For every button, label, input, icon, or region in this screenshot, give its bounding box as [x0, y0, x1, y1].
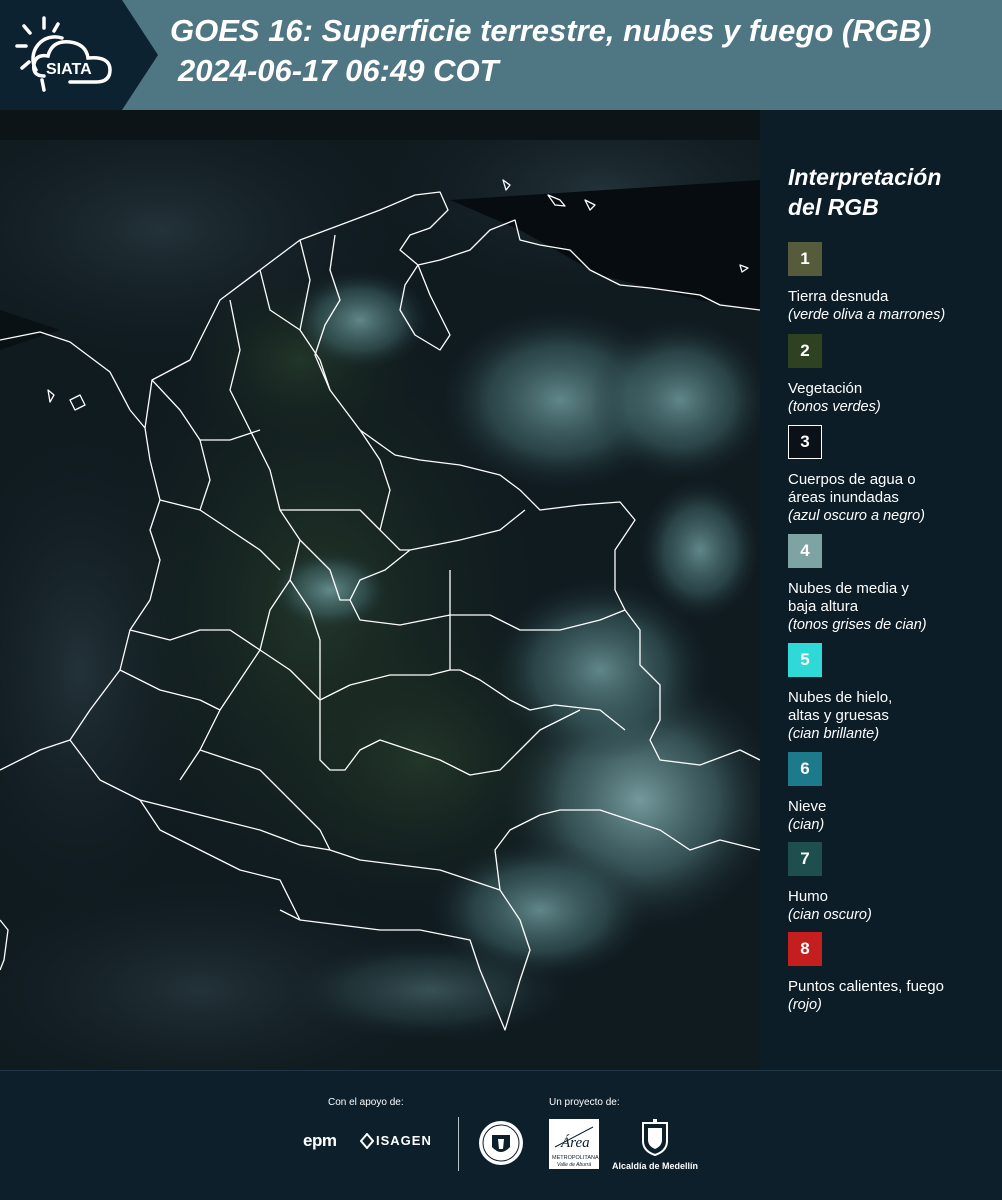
legend-label-4: Nubes de media y baja altura	[788, 580, 993, 616]
legend-swatch-7: 7	[788, 842, 822, 876]
legend-swatch-1: 1	[788, 242, 822, 276]
legend-label-5-line2: altas y gruesas	[788, 707, 889, 724]
legend-label-1: Tierra desnuda	[788, 288, 889, 305]
siata-logo: SIATA	[15, 16, 112, 92]
legend-swatch-2: 2	[788, 334, 822, 368]
legend-label-4-line2: baja altura	[788, 598, 859, 615]
legend-title-line2: del RGB	[788, 194, 879, 220]
isagen-logo: ISAGEN	[376, 1133, 432, 1148]
legend-label-2: Vegetación	[788, 380, 863, 397]
legend-item-7: 7 Humo (cian oscuro)	[788, 842, 993, 924]
alcaldia-label: Alcaldía de Medellín	[612, 1161, 699, 1171]
legend-sub-4: (tonos grises de cian)	[788, 617, 927, 633]
legend-sub-2: (tonos verdes)	[788, 399, 881, 415]
legend-label-7: Humo	[788, 888, 829, 905]
header: SIATA GOES 16: Superficie terrestre, nub…	[0, 0, 1002, 110]
legend-item-4: 4 Nubes de media y baja altura (tonos gr…	[788, 534, 993, 634]
legend-item-1: 1 Tierra desnuda (verde oliva a marrones…	[788, 242, 993, 324]
legend-sub-1: (verde oliva a marrones)	[788, 307, 946, 323]
legend-item-3: 3 Cuerpos de agua o áreas inundadas (azu…	[788, 425, 993, 525]
legend-swatch-5: 5	[788, 643, 822, 677]
amva-text-valle: Valle de Aburrá	[557, 1162, 591, 1168]
satellite-image	[0, 110, 760, 1070]
legend-label-5-line1: Nubes de hielo,	[788, 689, 893, 706]
page-title: GOES 16: Superficie terrestre, nubes y f…	[170, 13, 932, 48]
legend-item-6: 6 Nieve (cian)	[788, 752, 993, 834]
legend-swatch-4: 4	[788, 534, 822, 568]
legend-sub-8: (rojo)	[788, 997, 822, 1013]
support-label: Con el apoyo de:	[328, 1097, 404, 1108]
legend-item-5: 5 Nubes de hielo, altas y gruesas (cian …	[788, 643, 993, 743]
legend-label-5: Nubes de hielo, altas y gruesas	[788, 689, 993, 725]
antioquia-seal-icon	[479, 1121, 523, 1165]
amva-text-area: Área	[560, 1134, 590, 1151]
legend-title-line1: Interpretación	[788, 164, 942, 190]
medellin-shield-icon	[642, 1119, 668, 1157]
isagen-icon	[360, 1133, 374, 1149]
legend-sub-7: (cian oscuro)	[788, 907, 872, 923]
legend-swatch-6: 6	[788, 752, 822, 786]
legend-panel: Interpretación del RGB 1 Tierra desnuda …	[760, 110, 1002, 1070]
satellite-map	[0, 110, 760, 1070]
legend-item-8: 8 Puntos calientes, fuego (rojo)	[788, 932, 993, 1014]
legend-label-8: Puntos calientes, fuego	[788, 978, 944, 995]
epm-logo: epm	[303, 1131, 337, 1150]
legend-label-4-line1: Nubes de media y	[788, 580, 909, 597]
legend-item-2: 2 Vegetación (tonos verdes)	[788, 334, 993, 416]
page-datetime: 2024-06-17 06:49 COT	[178, 53, 499, 88]
amva-logo: Área METROPOLITANA Valle de Aburrá	[549, 1119, 599, 1169]
legend-title: Interpretación del RGB	[788, 162, 941, 222]
legend-swatch-8: 8	[788, 932, 822, 966]
legend-label-3-line2: áreas inundadas	[788, 489, 899, 506]
legend-sub-6: (cian)	[788, 817, 825, 833]
legend-swatch-3: 3	[788, 425, 822, 459]
legend-label-3-line1: Cuerpos de agua o	[788, 471, 916, 488]
legend-label-3: Cuerpos de agua o áreas inundadas	[788, 471, 993, 507]
footer: Con el apoyo de: Un proyecto de: epm ISA…	[0, 1070, 1002, 1200]
brand-text: SIATA	[46, 61, 92, 78]
legend-sub-5: (cian brillante)	[788, 726, 880, 742]
amva-text-metropolitana: METROPOLITANA	[552, 1155, 599, 1161]
legend-sub-3: (azul oscuro a negro)	[788, 508, 926, 524]
project-label: Un proyecto de:	[549, 1097, 620, 1108]
legend-label-6: Nieve	[788, 798, 827, 815]
footer-divider	[458, 1117, 459, 1171]
